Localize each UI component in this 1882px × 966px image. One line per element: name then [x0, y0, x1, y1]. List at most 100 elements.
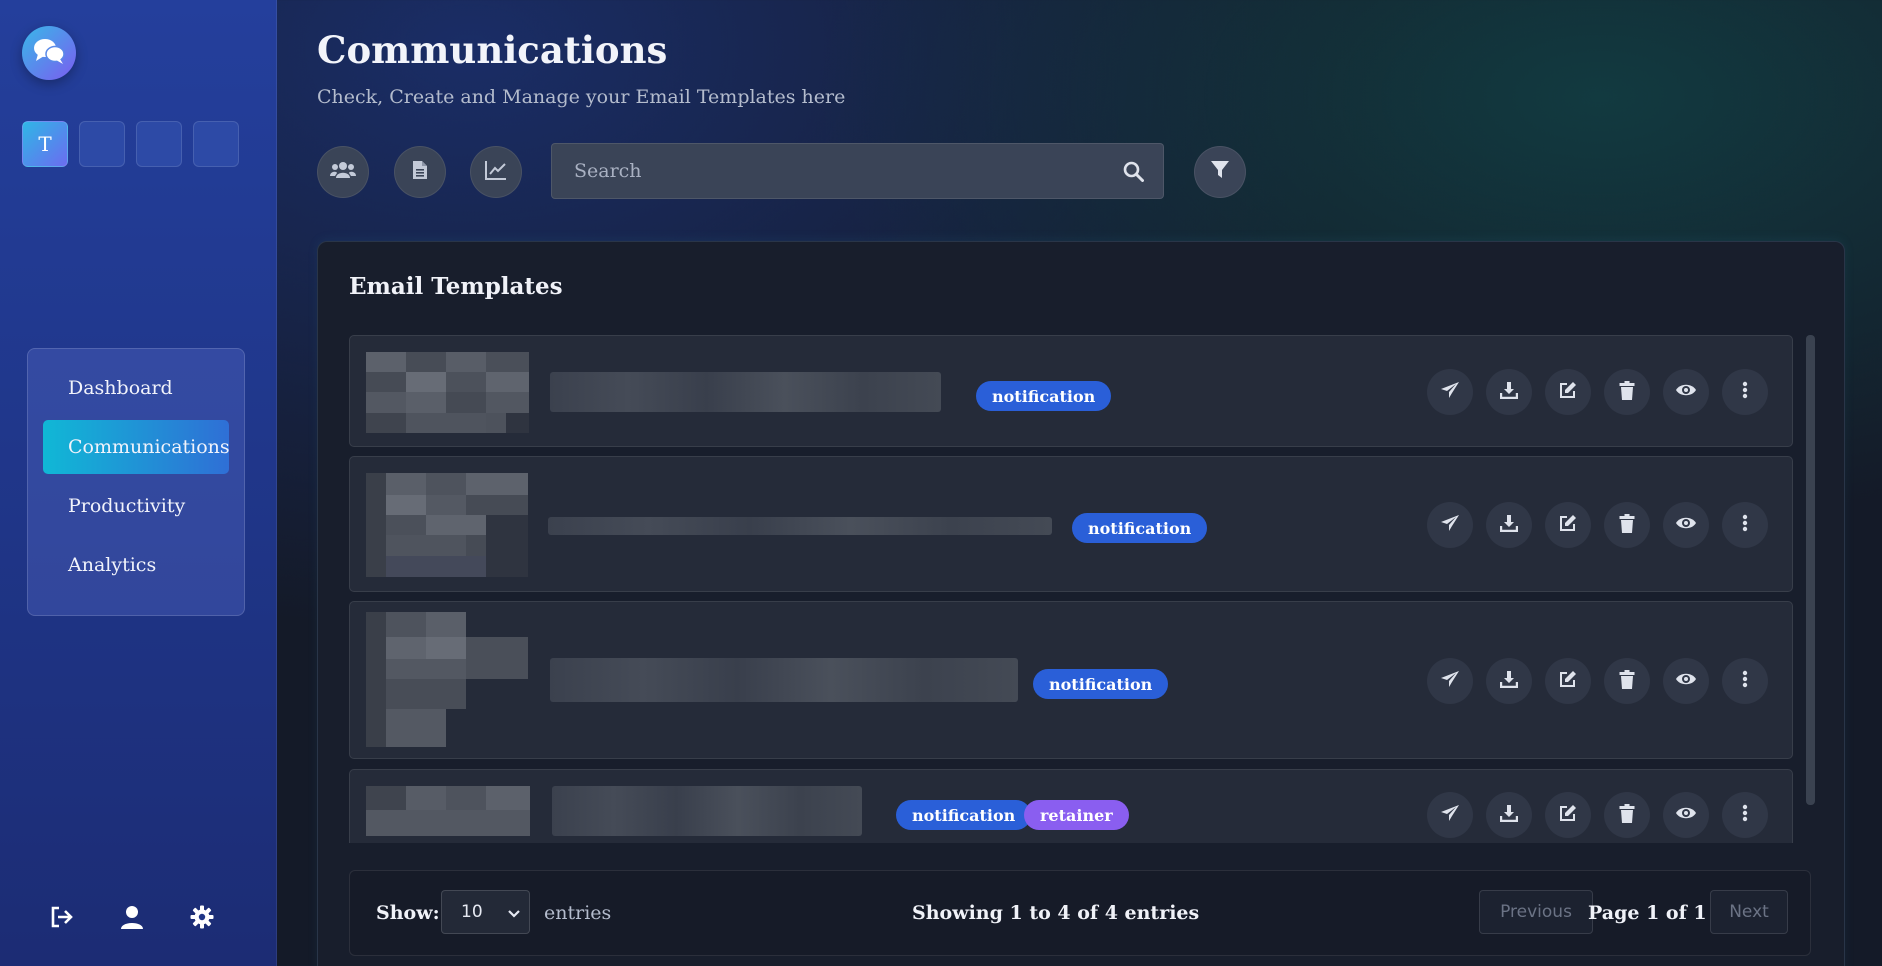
chat-bubbles-icon — [32, 36, 66, 70]
tag-badge: notification — [1072, 513, 1208, 543]
edit-button[interactable] — [1545, 502, 1591, 548]
delete-button[interactable] — [1604, 658, 1650, 704]
more-vertical-icon — [1742, 804, 1748, 826]
row-actions — [1427, 792, 1768, 838]
show-label: Show: — [376, 902, 440, 924]
search-icon[interactable] — [1103, 161, 1163, 182]
template-thumbnail — [366, 352, 529, 433]
next-button[interactable]: Next — [1710, 890, 1788, 934]
template-row[interactable]: notification retainer — [349, 769, 1793, 843]
edit-icon — [1559, 514, 1577, 536]
page-size-value: 10 — [461, 902, 483, 922]
edit-button[interactable] — [1545, 792, 1591, 838]
users-icon — [330, 161, 356, 183]
page-subtitle: Check, Create and Manage your Email Temp… — [317, 86, 846, 108]
more-button[interactable] — [1722, 369, 1768, 415]
panel-title: Email Templates — [349, 273, 563, 300]
template-name-redacted — [548, 517, 1052, 535]
previous-button[interactable]: Previous — [1479, 890, 1593, 934]
trash-icon — [1619, 669, 1635, 693]
template-name-redacted — [552, 786, 862, 836]
download-icon — [1499, 670, 1519, 692]
download-button[interactable] — [1486, 792, 1532, 838]
gear-icon[interactable] — [190, 905, 214, 929]
app-logo[interactable] — [22, 26, 76, 80]
eye-icon — [1675, 382, 1697, 402]
row-actions — [1427, 658, 1768, 704]
documents-button[interactable] — [394, 146, 446, 198]
user-icon[interactable] — [120, 905, 144, 929]
send-button[interactable] — [1427, 792, 1473, 838]
more-button[interactable] — [1722, 792, 1768, 838]
users-button[interactable] — [317, 146, 369, 198]
send-icon — [1440, 804, 1460, 826]
tag-badge: notification — [896, 800, 1032, 830]
edit-icon — [1559, 804, 1577, 826]
template-thumbnail — [366, 786, 530, 836]
filter-button[interactable] — [1194, 146, 1246, 198]
download-button[interactable] — [1486, 369, 1532, 415]
sidebar-item-dashboard[interactable]: Dashboard — [43, 361, 229, 415]
preview-button[interactable] — [1663, 658, 1709, 704]
row-actions — [1427, 369, 1768, 415]
template-row[interactable]: notification — [349, 456, 1793, 592]
edit-button[interactable] — [1545, 658, 1591, 704]
more-button[interactable] — [1722, 658, 1768, 704]
template-thumbnail — [366, 473, 528, 577]
send-button[interactable] — [1427, 369, 1473, 415]
search-input[interactable] — [552, 144, 1103, 198]
template-row[interactable]: notification — [349, 335, 1793, 447]
search-bar — [551, 143, 1164, 199]
edit-icon — [1559, 670, 1577, 692]
pagination-footer: Show: 10 entries Showing 1 to 4 of 4 ent… — [349, 870, 1811, 956]
send-icon — [1440, 670, 1460, 692]
list-scrollbar[interactable] — [1806, 335, 1815, 805]
sidebar: T Dashboard Communications Productivity … — [0, 0, 277, 966]
analytics-button[interactable] — [470, 146, 522, 198]
filter-icon — [1210, 160, 1230, 184]
preview-button[interactable] — [1663, 792, 1709, 838]
preview-button[interactable] — [1663, 502, 1709, 548]
trash-icon — [1619, 380, 1635, 404]
entries-label: entries — [544, 902, 612, 924]
email-templates-panel: Email Templates notification notificatio… — [317, 241, 1845, 966]
workspace-button[interactable] — [79, 121, 125, 167]
sidebar-footer — [50, 905, 214, 929]
delete-button[interactable] — [1604, 502, 1650, 548]
download-icon — [1499, 804, 1519, 826]
send-icon — [1440, 514, 1460, 536]
workspace-button[interactable] — [136, 121, 182, 167]
workspace-button[interactable] — [193, 121, 239, 167]
document-icon — [412, 160, 428, 184]
more-vertical-icon — [1742, 381, 1748, 403]
preview-button[interactable] — [1663, 369, 1709, 415]
trash-icon — [1619, 513, 1635, 537]
template-row[interactable]: notification — [349, 601, 1793, 759]
tag-badge: notification — [976, 381, 1112, 411]
delete-button[interactable] — [1604, 369, 1650, 415]
send-button[interactable] — [1427, 658, 1473, 704]
send-button[interactable] — [1427, 502, 1473, 548]
template-name-redacted — [550, 372, 941, 412]
template-list[interactable]: notification notification notification n… — [349, 335, 1793, 843]
edit-button[interactable] — [1545, 369, 1591, 415]
download-button[interactable] — [1486, 502, 1532, 548]
more-vertical-icon — [1742, 670, 1748, 692]
tag-badge: retainer — [1024, 800, 1129, 830]
more-button[interactable] — [1722, 502, 1768, 548]
chevron-down-icon — [508, 905, 520, 925]
trash-icon — [1619, 803, 1635, 827]
download-icon — [1499, 514, 1519, 536]
delete-button[interactable] — [1604, 792, 1650, 838]
template-name-redacted — [550, 658, 1018, 702]
eye-icon — [1675, 515, 1697, 535]
sidebar-item-communications[interactable]: Communications — [43, 420, 230, 474]
page-size-select[interactable]: 10 — [441, 890, 530, 934]
sidebar-nav: Dashboard Communications Productivity An… — [27, 348, 245, 616]
edit-icon — [1559, 381, 1577, 403]
download-button[interactable] — [1486, 658, 1532, 704]
sidebar-item-analytics[interactable]: Analytics — [43, 538, 229, 592]
workspace-button-active[interactable]: T — [22, 121, 68, 167]
sidebar-item-productivity[interactable]: Productivity — [43, 479, 229, 533]
logout-icon[interactable] — [50, 905, 74, 929]
